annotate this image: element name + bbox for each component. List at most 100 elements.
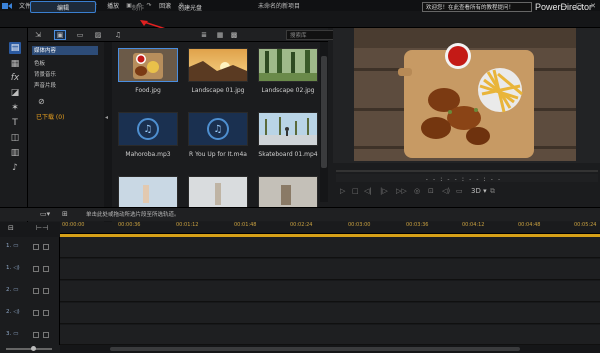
next-frame-icon[interactable]: |▷ [380,187,388,195]
track-row[interactable] [60,259,600,280]
track-enable-checkbox[interactable] [33,244,39,250]
track-row[interactable] [60,303,600,324]
scrollbar-thumb[interactable] [321,56,327,168]
template-room-icon[interactable]: ▦ [9,58,21,70]
timeline-scrollbar-thumb[interactable] [110,347,520,351]
tab-create-disc[interactable]: 创建光盘 [166,1,214,13]
track-lock-icon[interactable] [43,266,49,272]
track-enable-checkbox[interactable] [33,310,39,316]
list-view-icon[interactable]: ≣ [198,30,210,40]
ruler-tick-label: 00:04:48 [518,222,541,228]
thumbnail-video [258,176,318,210]
zoom-slider[interactable] [6,348,52,350]
snapshot-icon[interactable]: ⊡ [428,187,434,195]
media-item-mahoroba[interactable]: ♫ Mahoroba.mp3 [118,112,178,158]
tree-item-sound-clips[interactable]: 声音片段 [34,81,56,89]
video-track-icon: ▭ [13,331,19,337]
track-enable-checkbox[interactable] [33,288,39,294]
undock-icon[interactable]: ⧉ [490,187,495,196]
downloaded-label[interactable]: 已下载 (0) [36,112,64,121]
track-lock-icon[interactable] [43,310,49,316]
volume-icon[interactable]: ◁) [442,187,450,195]
tab-edit[interactable]: 编辑 [30,1,96,13]
fit-timeline-icon[interactable]: ⊢⊣ [36,224,48,232]
3d-mode-toggle[interactable]: 3D ▾ [471,187,487,195]
media-room-icon[interactable]: ▤ [9,42,21,54]
media-item-video-a[interactable] [118,176,178,210]
thumbnail-video [118,176,178,210]
track-toggles [33,266,49,272]
track-label-audio-2: 2. ◁) [6,309,20,315]
track-label-audio-1: 1. ◁) [6,265,20,271]
media-item-landscape-02[interactable]: Landscape 02.jpg [258,48,318,94]
thumbnail-landscape-01 [188,48,248,82]
track-row[interactable] [60,325,600,345]
track-lock-icon[interactable] [43,332,49,338]
tree-item-background-music[interactable]: 背景音乐 [34,70,56,78]
track-lock-icon[interactable] [43,288,49,294]
pip-room-icon[interactable]: ◪ [9,87,21,99]
ruler-tick-label: 00:03:00 [348,222,371,228]
preview-progress-bar[interactable] [336,170,598,172]
app-window: 文件 编辑 插件 查看 播放 ▣ ↶ ↷ 回滚 ✲ 未命名的新项目 — ▢ ✕ … [0,0,600,353]
track-lock-icon[interactable] [43,244,49,250]
stop-icon[interactable]: □ [352,187,359,195]
media-item-r-you-up[interactable]: ♫ R You Up for It.m4a [188,112,248,158]
filter-video-icon[interactable]: ▭ [74,30,86,40]
track-enable-checkbox[interactable] [33,332,39,338]
import-media-icon[interactable]: ⇲ [32,30,44,40]
brand-title: PowerDirector [535,2,593,12]
ruler-tick-label: 00:04:12 [462,222,485,228]
tab-produce[interactable]: 制作 [118,1,158,13]
audio-track-icon: ◁) [13,309,20,315]
fast-forward-icon[interactable]: ▷▷ [396,187,407,195]
collapse-arrow-icon[interactable]: ◂ [105,114,108,121]
play-icon[interactable]: ▷ [340,187,345,195]
prev-frame-icon[interactable]: ◁| [364,187,372,195]
timeline-view-icon[interactable]: ▭▾ [40,210,50,218]
track-toggles [33,288,49,294]
grid-view-icon[interactable]: ▩ [228,30,240,40]
tree-item-media-content[interactable]: 媒体内容 [32,46,98,55]
voice-record-icon[interactable]: ♪ [9,162,21,174]
title-room-icon[interactable]: T [9,117,21,129]
media-grid: Food.jpg Landscape 01.jpg Landscape 02.j… [112,42,320,210]
track-row[interactable] [60,281,600,302]
track-row[interactable] [60,237,600,258]
media-item-food[interactable]: Food.jpg [118,48,178,94]
project-title: 未命名的新项目 [258,3,301,10]
media-caption: R You Up for It.m4a [189,151,247,158]
timeline-ruler[interactable]: 00:00:00 00:00:36 00:01:12 00:01:48 00:0… [60,222,600,234]
media-item-video-c[interactable] [258,176,318,210]
fx-room-icon[interactable]: fx [9,72,21,84]
media-item-landscape-01[interactable]: Landscape 01.jpg [188,48,248,94]
record-icon[interactable]: ◎ [414,187,420,195]
timeline-hint: 单击此处或拖动所选片段至所选轨道。 [86,212,180,218]
media-caption: Landscape 01.jpg [191,87,245,94]
media-item-video-b[interactable] [188,176,248,210]
preview-canvas[interactable] [354,28,576,161]
media-item-skateboard-01[interactable]: Skateboard 01.mp4 [258,112,318,158]
search-placeholder: 搜索库 [290,33,307,39]
video-track-icon: ▭ [13,287,19,293]
storyboard-view-icon[interactable]: ⊞ [62,210,68,218]
thumbnail-view-icon[interactable]: ▦ [214,30,226,40]
download-icon[interactable]: ⊘ [38,97,45,106]
tree-item-color-board[interactable]: 色板 [34,59,45,67]
notice-box[interactable]: 欢迎您！在此查看所有的教程提问！ [422,2,532,12]
track-enable-checkbox[interactable] [33,266,39,272]
track-manager-icon[interactable]: ⊟ [8,224,14,232]
display-mode-icon[interactable]: ▭ [456,187,463,195]
transition-room-icon[interactable]: ◫ [9,132,21,144]
filter-all-media-icon[interactable]: ▣ [54,30,66,40]
particle-room-icon[interactable]: ✶ [9,102,21,114]
filter-audio-icon[interactable]: ♫ [112,30,124,40]
thumbnail-music: ♫ [188,112,248,146]
audio-mixing-icon[interactable]: ▥ [9,147,21,159]
track-toggles [33,332,49,338]
ruler-tick-label: 00:05:24 [574,222,597,228]
track-toggles [33,310,49,316]
panel-splitter[interactable]: ◂ [104,42,112,222]
filter-photo-icon[interactable]: ▨ [92,30,104,40]
zoom-slider-knob[interactable] [31,346,36,351]
